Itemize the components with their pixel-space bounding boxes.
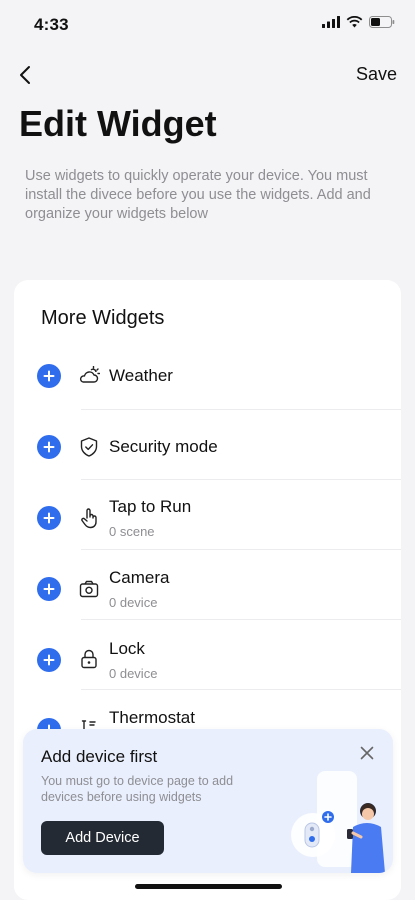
back-button[interactable] [10, 60, 40, 90]
weather-icon [78, 365, 100, 387]
widget-row-tap-to-run[interactable]: Tap to Run 0 scene [14, 480, 401, 550]
camera-icon [78, 578, 100, 600]
add-device-button[interactable]: Add Device [41, 821, 164, 855]
widget-name: Tap to Run [109, 497, 192, 516]
banner-title: Add device first [41, 747, 158, 766]
add-tap-to-run-button[interactable] [37, 506, 61, 530]
widget-row-security-mode[interactable]: Security mode [14, 410, 401, 480]
status-icons [322, 16, 395, 28]
plus-icon [43, 583, 55, 595]
status-time: 4:33 [34, 15, 69, 34]
banner-close-button[interactable] [357, 743, 377, 763]
card-title: More Widgets [41, 307, 165, 329]
lock-icon [78, 648, 100, 670]
status-bar: 4:33 [0, 0, 415, 48]
battery-icon [369, 16, 395, 28]
widget-row-camera[interactable]: Camera 0 device [14, 550, 401, 620]
add-security-mode-button[interactable] [37, 435, 61, 459]
page-title: Edit Widget [19, 103, 217, 144]
wifi-icon [346, 16, 363, 28]
page-description: Use widgets to quickly operate your devi… [25, 168, 371, 222]
shield-icon [78, 436, 100, 458]
person-with-phone-illustration [291, 771, 385, 873]
plus-icon [43, 370, 55, 382]
widget-subtitle: 0 device [109, 666, 158, 681]
add-lock-button[interactable] [37, 648, 61, 672]
widget-subtitle: 0 device [109, 595, 158, 610]
widget-subtitle: 0 scene [109, 524, 155, 539]
tap-hand-icon [78, 507, 100, 529]
widget-name: Camera [109, 568, 170, 587]
widget-name: Weather [109, 366, 173, 385]
cellular-signal-icon [322, 16, 340, 28]
chevron-left-icon [20, 66, 30, 84]
widget-name: Security mode [109, 437, 218, 456]
widget-row-lock[interactable]: Lock 0 device [14, 620, 401, 690]
widget-name: Lock [109, 639, 145, 658]
save-button[interactable]: Save [356, 64, 397, 85]
banner-text: You must go to device page to add device… [41, 774, 234, 804]
widget-row-weather[interactable]: Weather [14, 340, 401, 410]
close-icon [360, 746, 374, 760]
plus-icon [43, 441, 55, 453]
plus-icon [43, 512, 55, 524]
add-device-banner: Add device first You must go to device p… [23, 729, 393, 873]
home-indicator [135, 884, 282, 889]
add-camera-button[interactable] [37, 577, 61, 601]
widget-name: Thermostat [109, 708, 195, 727]
add-weather-button[interactable] [37, 364, 61, 388]
plus-icon [43, 654, 55, 666]
nav-bar: Save [0, 58, 415, 92]
